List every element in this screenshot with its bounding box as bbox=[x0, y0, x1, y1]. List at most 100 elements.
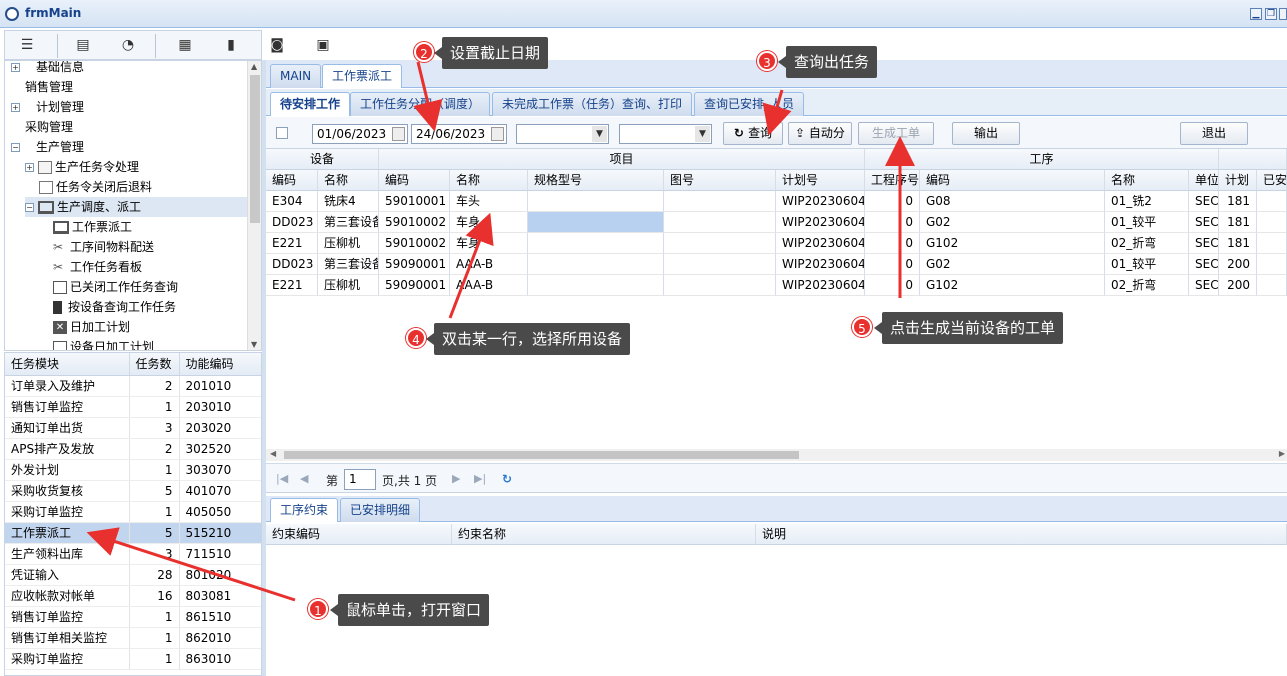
collapse-icon[interactable]: − bbox=[11, 143, 20, 152]
expand-icon[interactable]: + bbox=[11, 63, 20, 72]
column-header[interactable]: 约束名称 bbox=[452, 524, 756, 545]
table-row[interactable]: 通知订单出货 3 203020 bbox=[5, 417, 261, 439]
column-header[interactable]: 图号 bbox=[664, 170, 776, 191]
page-number-input[interactable]: 1 bbox=[344, 469, 376, 490]
bookmark-icon[interactable]: ▮ bbox=[221, 36, 241, 54]
last-page-icon[interactable]: ▶| bbox=[474, 472, 486, 485]
tree-item-equipment-daily-plan[interactable]: 设备日加工计划 bbox=[53, 337, 154, 350]
table-row[interactable]: 应收帐款对帐单 16 803081 bbox=[5, 585, 261, 607]
table-row[interactable]: 销售订单相关监控 1 862010 bbox=[5, 627, 261, 649]
auto-assign-button[interactable]: ⇪ 自动分 bbox=[788, 122, 852, 145]
tree-item-basic-info[interactable]: + 基础信息 bbox=[11, 61, 84, 77]
exit-button[interactable]: 退出 bbox=[1180, 122, 1248, 145]
table-row[interactable]: DD023 第三套设备 59010002 车身 WIP202306040 0 G02 01_较… bbox=[266, 212, 1287, 233]
column-header[interactable]: 名称 bbox=[450, 170, 528, 191]
column-header-module[interactable]: 任务模块 bbox=[5, 353, 130, 376]
column-header[interactable]: 已安 bbox=[1257, 170, 1287, 191]
column-header[interactable]: 约束编码 bbox=[266, 524, 452, 545]
tree-item-purchasing[interactable]: 采购管理 bbox=[25, 117, 73, 137]
collapse-icon[interactable]: − bbox=[25, 203, 34, 212]
table-row[interactable]: 凭证输入 28 801020 bbox=[5, 564, 261, 586]
chevron-down-icon[interactable]: ▼ bbox=[695, 126, 710, 142]
chevron-down-icon[interactable]: ▼ bbox=[592, 126, 607, 142]
column-header-count[interactable]: 任务数 bbox=[129, 353, 180, 376]
tab-main[interactable]: MAIN bbox=[270, 64, 322, 88]
date-to-field[interactable]: 24/06/2023 bbox=[411, 124, 507, 144]
column-header[interactable]: 编码 bbox=[920, 170, 1105, 191]
column-header[interactable]: 单位 bbox=[1189, 170, 1219, 191]
column-header[interactable]: 编码 bbox=[379, 170, 450, 191]
column-header[interactable]: 说明 bbox=[756, 524, 1287, 545]
table-row[interactable]: E304 铣床4 59010001 车头 WIP202306040 0 G08 01_铣2 SE… bbox=[266, 191, 1287, 212]
tree-item-task-by-equipment[interactable]: 按设备查询工作任务 bbox=[53, 297, 176, 317]
column-header[interactable]: 规格型号 bbox=[528, 170, 664, 191]
prev-page-icon[interactable]: ◀ bbox=[300, 472, 308, 485]
scroll-up-icon[interactable]: ▲ bbox=[251, 62, 257, 71]
tree-item-return-material[interactable]: 任务令关闭后退料 bbox=[39, 177, 152, 197]
tree-item-sales[interactable]: 销售管理 bbox=[25, 77, 73, 97]
table-row[interactable]: APS排产及发放 2 302520 bbox=[5, 438, 261, 460]
tab-task-assignment[interactable]: 工作任务分配（调度） bbox=[350, 92, 491, 116]
table-row[interactable]: 采购订单监控 1 405050 bbox=[5, 501, 261, 523]
table-row[interactable]: DD023 第三套设备 59090001 AAA-B WIP202306040 0 G02 0… bbox=[266, 254, 1287, 275]
tree-item-daily-plan[interactable]: ✕ 日加工计划 bbox=[53, 317, 130, 337]
table-row-selected[interactable]: 工作票派工 5 515210 bbox=[5, 522, 261, 544]
tab-work-ticket-dispatch[interactable]: 工作票派工 bbox=[322, 64, 403, 88]
inbox-icon[interactable]: ◙ bbox=[267, 36, 287, 54]
tree-item-production[interactable]: − 生产管理 bbox=[11, 137, 84, 157]
refresh-icon[interactable]: ↻ bbox=[502, 472, 512, 486]
tree-item-task-board[interactable]: ✂ 工作任务看板 bbox=[53, 257, 142, 277]
image-icon[interactable]: ▣ bbox=[313, 36, 333, 54]
tree-scrollbar[interactable]: ▲ ▼ bbox=[247, 61, 261, 350]
scroll-down-icon[interactable]: ▼ bbox=[251, 340, 257, 349]
tree-item-closed-task-query[interactable]: 已关闭工作任务查询 bbox=[53, 277, 178, 297]
tab-pending-work[interactable]: 待安排工作 bbox=[270, 92, 351, 116]
table-row[interactable]: 生产领料出库 3 711510 bbox=[5, 543, 261, 565]
date-from-field[interactable]: 01/06/2023 bbox=[312, 124, 408, 144]
restore-button[interactable]: ❐ bbox=[1265, 8, 1277, 20]
scrollbar-thumb[interactable] bbox=[250, 75, 260, 223]
grid-horizontal-scrollbar[interactable]: ◀ ▶ bbox=[266, 449, 1287, 461]
rss-icon[interactable]: ◔ bbox=[118, 36, 138, 54]
table-row[interactable]: E221 压柳机 59010002 车身 WIP202306040 0 G102 02_折弯 S… bbox=[266, 233, 1287, 254]
column-header[interactable]: 名称 bbox=[1105, 170, 1189, 191]
menu-icon[interactable]: ☰ bbox=[17, 36, 37, 54]
tree-item-scheduling[interactable]: − 生产调度、派工 bbox=[25, 197, 249, 217]
expand-icon[interactable]: + bbox=[25, 163, 34, 172]
table-row[interactable]: 销售订单监控 1 861510 bbox=[5, 606, 261, 628]
tree-item-work-ticket-dispatch[interactable]: 工作票派工 bbox=[53, 217, 132, 237]
table-row[interactable]: E221 压柳机 59090001 AAA-B WIP202306040 0 G102 02_… bbox=[266, 275, 1287, 296]
export-button[interactable]: 输出 bbox=[952, 122, 1020, 145]
minimize-button[interactable]: ▁ bbox=[1250, 8, 1262, 20]
table-row[interactable]: 外发计划 1 303070 bbox=[5, 459, 261, 481]
date-picker-icon[interactable] bbox=[392, 127, 405, 141]
tab-unfinished-tickets[interactable]: 未完成工作票（任务）查询、打印 bbox=[492, 92, 693, 116]
scrollbar-thumb[interactable] bbox=[284, 451, 799, 459]
column-header[interactable]: 计划 bbox=[1219, 170, 1257, 191]
tree-item-material-delivery[interactable]: ✂ 工序间物料配送 bbox=[53, 237, 154, 257]
table-row[interactable]: 销售订单监控 1 203010 bbox=[5, 396, 261, 418]
date-picker-icon[interactable] bbox=[491, 127, 504, 141]
tab-process-constraints[interactable]: 工序约束 bbox=[270, 498, 339, 522]
table-row[interactable]: 采购订单监控 1 863010 bbox=[5, 648, 261, 670]
tree-item-planning[interactable]: + 计划管理 bbox=[11, 97, 84, 117]
column-header[interactable]: 名称 bbox=[318, 170, 379, 191]
column-header[interactable]: 计划号 bbox=[776, 170, 865, 191]
expand-icon[interactable]: + bbox=[11, 103, 20, 112]
column-header[interactable]: 编码 bbox=[266, 170, 318, 191]
column-header-code[interactable]: 功能编码 bbox=[179, 353, 261, 376]
first-page-icon[interactable]: |◀ bbox=[276, 472, 288, 485]
next-page-icon[interactable]: ▶ bbox=[452, 472, 460, 485]
column-header[interactable]: 工程序号 bbox=[865, 170, 920, 191]
calendar-icon[interactable]: ▦ bbox=[175, 36, 195, 54]
tree-item-task-order[interactable]: + 生产任务令处理 bbox=[25, 157, 139, 177]
document-icon[interactable]: ▤ bbox=[73, 36, 93, 54]
tab-assigned-staff[interactable]: 查询已安排_人员 bbox=[694, 92, 805, 116]
scroll-right-icon[interactable]: ▶ bbox=[1279, 449, 1285, 458]
dropdown-1[interactable]: ▼ bbox=[516, 124, 609, 144]
generate-work-order-button[interactable]: 生成工单 bbox=[858, 122, 934, 145]
table-row[interactable]: 订单录入及维护 2 201010 bbox=[5, 375, 261, 397]
select-checkbox[interactable] bbox=[276, 127, 288, 139]
scroll-left-icon[interactable]: ◀ bbox=[270, 449, 276, 458]
query-button[interactable]: ↻ 查询 bbox=[723, 122, 783, 145]
